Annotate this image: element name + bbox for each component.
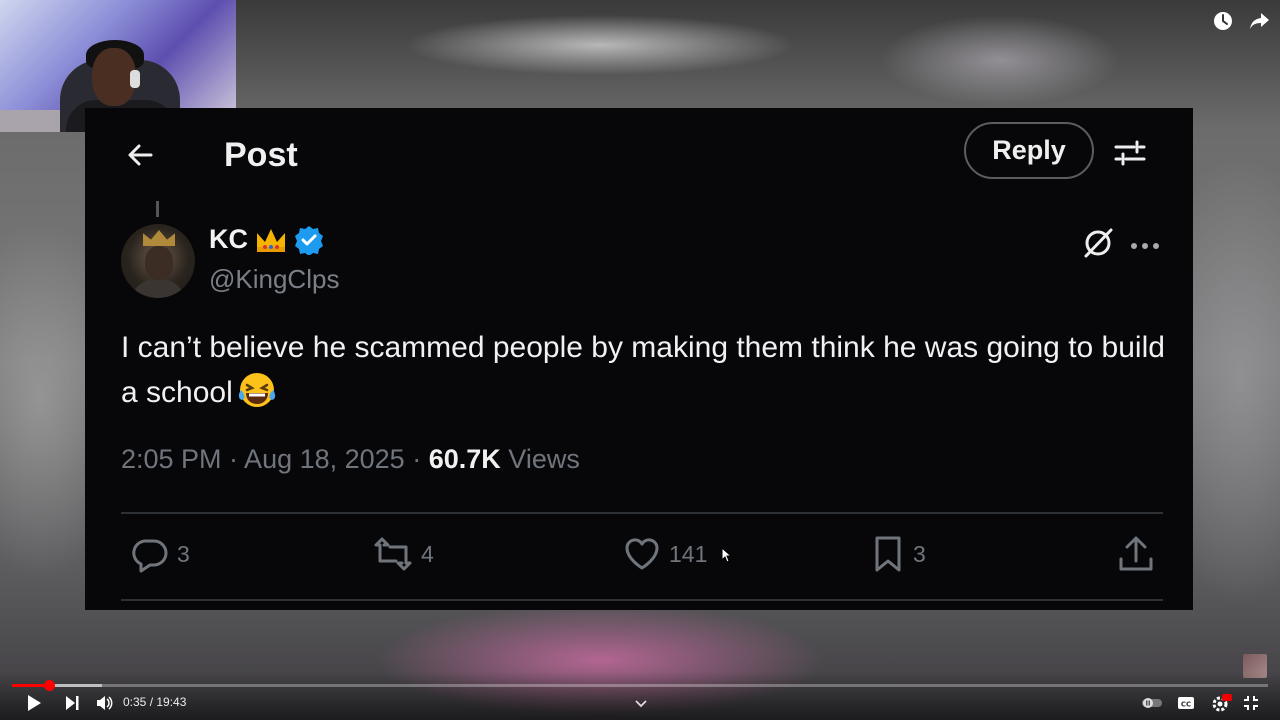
page-title: Post (224, 136, 298, 174)
repost-count: 4 (421, 540, 434, 567)
bookmark-action[interactable]: 3 (871, 535, 926, 573)
top-right-controls (1212, 10, 1270, 32)
grok-icon[interactable] (1081, 226, 1115, 260)
divider (121, 512, 1163, 514)
volume-icon[interactable] (95, 694, 113, 712)
settings-icon[interactable] (1211, 694, 1233, 712)
post-timestamp[interactable]: 2:05 PM · Aug 18, 2025 · (121, 444, 421, 474)
author-handle[interactable]: @KingClps (209, 264, 339, 295)
bookmark-icon (871, 535, 905, 573)
divider (121, 599, 1163, 601)
autoplay-toggle-icon[interactable] (1140, 694, 1164, 712)
post-header: Post Reply (85, 108, 1193, 198)
watch-later-icon[interactable] (1212, 10, 1234, 32)
like-action[interactable]: 141 (623, 535, 707, 573)
post-actions: 3 4 141 3 (85, 535, 1193, 577)
verified-icon (294, 225, 324, 256)
crown-emoji-icon (254, 225, 288, 255)
more-icon[interactable] (1129, 238, 1161, 249)
views-count: 60.7K (428, 444, 501, 474)
repost-icon (373, 535, 413, 573)
play-icon[interactable] (26, 694, 42, 712)
thread-line (156, 201, 159, 217)
post-meta: 2:05 PM · Aug 18, 2025 · 60.7K Views (121, 444, 580, 475)
author-name-row: KC (209, 224, 324, 256)
progress-bar[interactable] (12, 684, 1268, 687)
views-label: Views (508, 444, 580, 474)
like-icon (623, 535, 661, 573)
reply-count: 3 (177, 540, 190, 567)
next-icon[interactable] (64, 694, 80, 712)
share-post-action[interactable] (1117, 535, 1155, 573)
avatar[interactable] (121, 224, 195, 298)
bookmark-count: 3 (913, 540, 926, 567)
share-icon[interactable] (1248, 10, 1270, 32)
reply-button[interactable]: Reply (964, 122, 1094, 179)
chevron-down-icon[interactable] (634, 696, 648, 714)
back-arrow-icon[interactable] (125, 140, 155, 170)
laughing-crying-emoji-icon (237, 370, 277, 410)
time-display: 0:35 / 19:43 (123, 695, 187, 709)
mouse-cursor-icon (721, 546, 733, 563)
reply-action[interactable]: 3 (131, 535, 190, 573)
svg-text:CC: CC (1181, 701, 1191, 709)
reply-icon (131, 535, 169, 573)
post-text: I can’t believe he scammed people by mak… (121, 326, 1181, 415)
repost-action[interactable]: 4 (373, 535, 434, 573)
post-text-content: I can’t believe he scammed people by mak… (121, 331, 1165, 409)
exit-fullscreen-icon[interactable] (1243, 694, 1259, 712)
like-count: 141 (669, 540, 708, 567)
post-card: Post Reply KC @KingClps I can’t believe … (85, 108, 1193, 610)
share-post-icon (1117, 535, 1155, 573)
filter-icon[interactable] (1113, 136, 1147, 170)
author-name[interactable]: KC (209, 224, 248, 255)
scrubber-handle[interactable] (43, 680, 55, 691)
captions-icon[interactable]: CC (1177, 694, 1195, 712)
